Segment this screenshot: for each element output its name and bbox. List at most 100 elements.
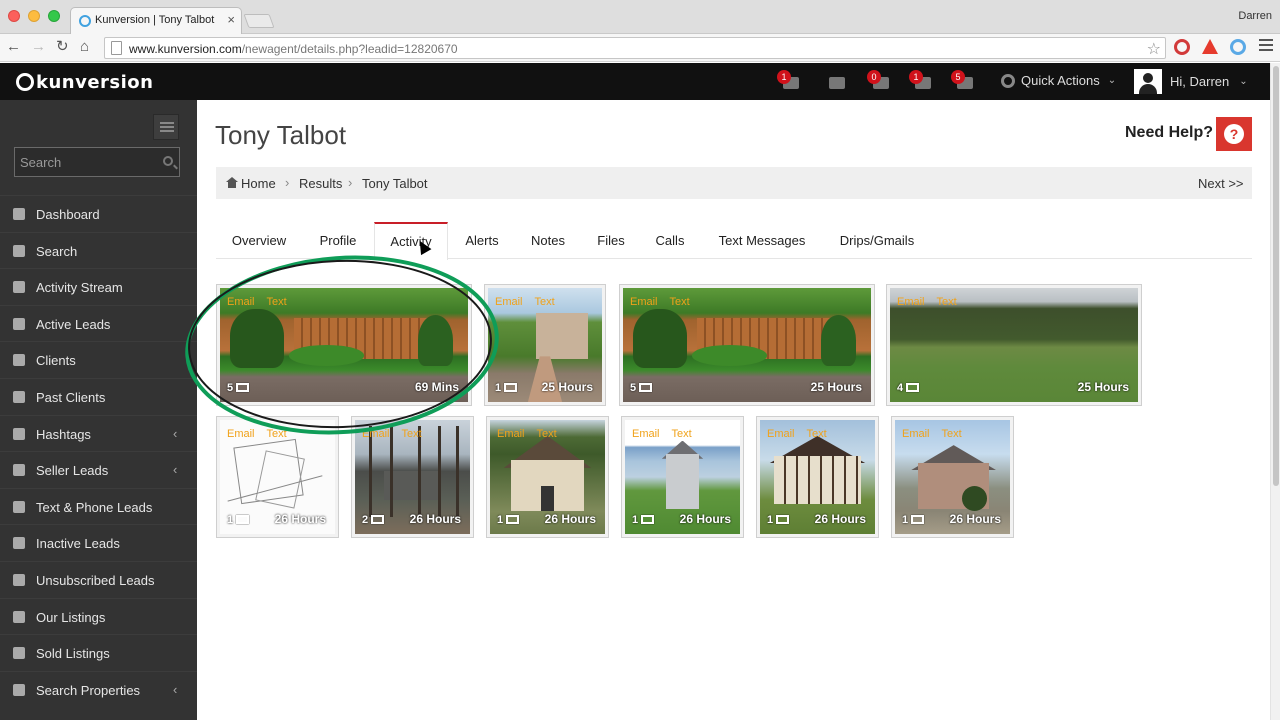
- sidebar-item-inactive-leads[interactable]: Inactive Leads: [0, 524, 197, 561]
- browser-menu-icon[interactable]: [1259, 39, 1273, 41]
- close-window-button[interactable]: [8, 10, 20, 22]
- activity-card[interactable]: Email Text 1 26 Hours: [756, 416, 879, 538]
- reload-icon[interactable]: ↻: [56, 39, 69, 55]
- extension-opera-icon[interactable]: [1174, 39, 1190, 55]
- sidebar-item-dashboard[interactable]: Dashboard: [0, 195, 197, 232]
- tab-notes[interactable]: Notes: [522, 222, 574, 259]
- chat-icon[interactable]: 1: [909, 70, 935, 91]
- chevron-left-icon[interactable]: ‹: [173, 682, 177, 697]
- help-button[interactable]: ?: [1216, 117, 1252, 151]
- sidebar-item-active-leads[interactable]: Active Leads: [0, 305, 197, 342]
- text-label[interactable]: Text: [267, 428, 287, 440]
- property-photo[interactable]: Email Text 1 25 Hours: [488, 288, 602, 402]
- email-label[interactable]: Email: [630, 296, 658, 308]
- tab-overview[interactable]: Overview: [216, 222, 302, 259]
- sidebar-item-sold-listings[interactable]: Sold Listings: [0, 634, 197, 671]
- sidebar-item-seller-leads[interactable]: Seller Leads ‹: [0, 451, 197, 488]
- tab-profile[interactable]: Profile: [306, 222, 370, 259]
- sidebar-item-hashtags[interactable]: Hashtags ‹: [0, 415, 197, 452]
- tab-activity[interactable]: Activity: [374, 222, 448, 260]
- sidebar-item-activity-stream[interactable]: Activity Stream: [0, 268, 197, 305]
- property-photo[interactable]: Email Text 1 26 Hours: [895, 420, 1010, 534]
- email-label[interactable]: Email: [497, 428, 525, 440]
- property-photo[interactable]: Email Text 1 26 Hours: [490, 420, 605, 534]
- minimize-window-button[interactable]: [28, 10, 40, 22]
- sidebar-item-clients[interactable]: Clients: [0, 341, 197, 378]
- tab-files[interactable]: Files: [590, 222, 632, 259]
- property-photo[interactable]: Email Text 1 26 Hours: [220, 420, 335, 534]
- tab-text-messages[interactable]: Text Messages: [712, 222, 812, 259]
- next-lead-link[interactable]: Next >>: [1198, 176, 1244, 191]
- forward-arrow-icon[interactable]: →: [31, 39, 46, 55]
- breadcrumb-home[interactable]: Home: [241, 176, 276, 191]
- email-label[interactable]: Email: [227, 296, 255, 308]
- activity-card[interactable]: Email Text 1 26 Hours: [216, 416, 339, 538]
- text-label[interactable]: Text: [937, 296, 957, 308]
- maximize-window-button[interactable]: [48, 10, 60, 22]
- sidebar-item-search[interactable]: Search: [0, 232, 197, 269]
- text-label[interactable]: Text: [670, 296, 690, 308]
- text-label[interactable]: Text: [537, 428, 557, 440]
- tab-alerts[interactable]: Alerts: [456, 222, 508, 259]
- property-photo[interactable]: Email Text 1 26 Hours: [760, 420, 875, 534]
- breadcrumb-results[interactable]: Results: [299, 176, 342, 191]
- user-menu[interactable]: Hi, Darren ⌄: [1134, 69, 1248, 94]
- activity-card[interactable]: Email Text 1 26 Hours: [486, 416, 609, 538]
- url-text[interactable]: www.kunversion.com/newagent/details.php?…: [129, 42, 458, 56]
- activity-card[interactable]: Email Text 1 25 Hours: [484, 284, 606, 406]
- text-label[interactable]: Text: [672, 428, 692, 440]
- text-label[interactable]: Text: [402, 428, 422, 440]
- sidebar-item-search-properties[interactable]: Search Properties ‹: [0, 671, 197, 708]
- property-photo[interactable]: Email Text 5 25 Hours: [623, 288, 871, 402]
- chevron-left-icon[interactable]: ‹: [173, 426, 177, 441]
- activity-card[interactable]: Email Text 4 25 Hours: [886, 284, 1142, 406]
- activity-card[interactable]: Email Text 1 26 Hours: [891, 416, 1014, 538]
- activity-card[interactable]: Email Text 1 26 Hours: [621, 416, 744, 538]
- extension-sync-icon[interactable]: [1230, 39, 1246, 55]
- email-label[interactable]: Email: [632, 428, 660, 440]
- back-arrow-icon[interactable]: ←: [6, 39, 21, 55]
- search-icon[interactable]: [163, 156, 173, 166]
- browser-tab[interactable]: Kunversion | Tony Talbot ×: [70, 7, 242, 34]
- messages-icon[interactable]: 0: [867, 70, 893, 91]
- close-tab-icon[interactable]: ×: [227, 12, 235, 27]
- tab-calls[interactable]: Calls: [648, 222, 692, 259]
- page-scrollbar-thumb[interactable]: [1273, 66, 1279, 486]
- text-label[interactable]: Text: [807, 428, 827, 440]
- sidebar-item-our-listings[interactable]: Our Listings: [0, 598, 197, 635]
- email-label[interactable]: Email: [495, 296, 523, 308]
- text-label[interactable]: Text: [267, 296, 287, 308]
- quick-actions-menu[interactable]: Quick Actions ⌄: [1001, 73, 1116, 88]
- new-tab-button[interactable]: [243, 14, 275, 28]
- activity-card[interactable]: Email Text 2 26 Hours: [351, 416, 474, 538]
- home-icon[interactable]: ⌂: [80, 39, 89, 55]
- address-bar[interactable]: www.kunversion.com/newagent/details.php?…: [104, 37, 1166, 59]
- alerts-icon[interactable]: 1: [777, 70, 803, 91]
- activity-card[interactable]: Email Text 5 69 Mins: [216, 284, 472, 406]
- kunversion-logo[interactable]: kunversion: [16, 71, 153, 93]
- extension-warning-icon[interactable]: [1202, 39, 1218, 54]
- property-photo[interactable]: Email Text 4 25 Hours: [890, 288, 1138, 402]
- bookmark-star-icon[interactable]: ☆: [1147, 39, 1161, 59]
- team-icon[interactable]: [827, 73, 849, 91]
- sidebar-item-unsubscribed-leads[interactable]: Unsubscribed Leads: [0, 561, 197, 598]
- email-label[interactable]: Email: [362, 428, 390, 440]
- email-label[interactable]: Email: [897, 296, 925, 308]
- sidebar-item-past-clients[interactable]: Past Clients: [0, 378, 197, 415]
- activity-card[interactable]: Email Text 5 25 Hours: [619, 284, 875, 406]
- text-label[interactable]: Text: [535, 296, 555, 308]
- property-photo[interactable]: Email Text 5 69 Mins: [220, 288, 468, 402]
- email-label[interactable]: Email: [902, 428, 930, 440]
- tab-drips-gmails[interactable]: Drips/Gmails: [832, 222, 922, 259]
- property-photo[interactable]: Email Text 1 26 Hours: [625, 420, 740, 534]
- email-label[interactable]: Email: [767, 428, 795, 440]
- feed-icon[interactable]: 5: [951, 70, 977, 91]
- chevron-left-icon[interactable]: ‹: [173, 462, 177, 477]
- sidebar-search-input[interactable]: [15, 148, 155, 176]
- home-icon[interactable]: [226, 177, 238, 188]
- property-photo[interactable]: Email Text 2 26 Hours: [355, 420, 470, 534]
- browser-profile-name[interactable]: Darren: [1238, 10, 1272, 22]
- text-label[interactable]: Text: [942, 428, 962, 440]
- sidebar-item-text-phone-leads[interactable]: Text & Phone Leads: [0, 488, 197, 525]
- email-label[interactable]: Email: [227, 428, 255, 440]
